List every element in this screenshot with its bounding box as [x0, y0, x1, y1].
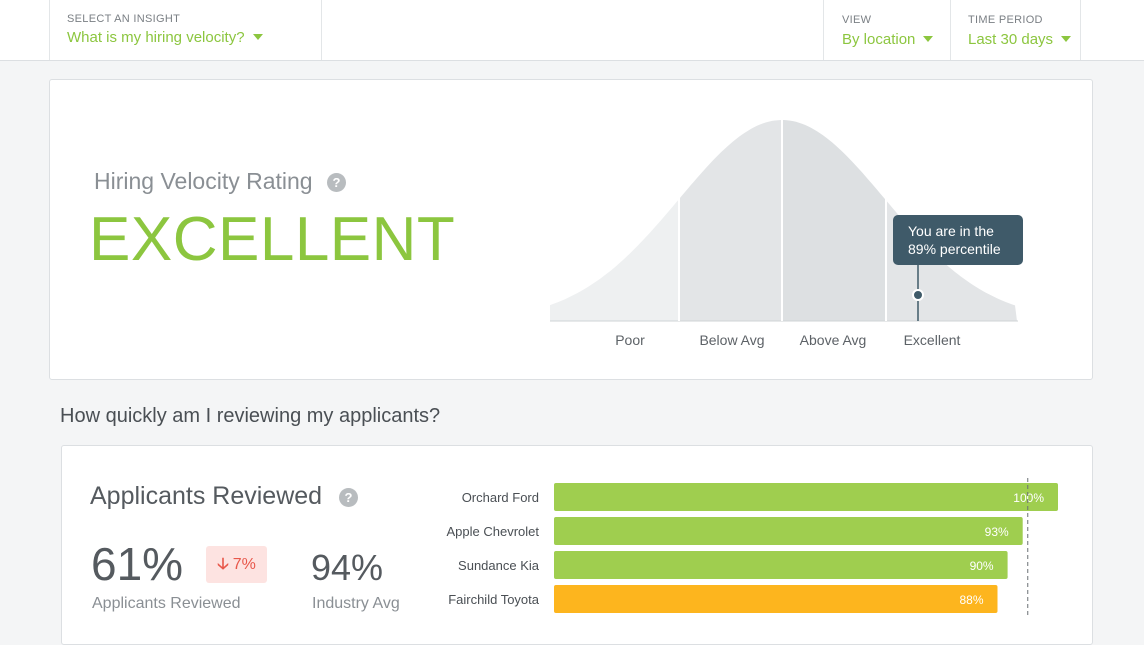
applicants-value-label: Applicants Reviewed: [92, 595, 241, 612]
view-selector-text: By location: [842, 31, 916, 48]
view-selector-label: VIEW: [842, 14, 872, 26]
applicants-value: 61%: [91, 538, 184, 590]
industry-value: 94%: [311, 547, 384, 588]
applicants-card: [61, 445, 1093, 645]
percentile-tooltip: You are in the 89% percentile: [893, 215, 1023, 265]
chevron-down-icon: [1061, 36, 1072, 43]
chevron-down-icon: [923, 36, 934, 43]
help-icon[interactable]: ?: [339, 487, 359, 507]
top-bar: SELECT AN INSIGHT What is my hiring velo…: [0, 0, 1144, 61]
insight-selector-text: What is my hiring velocity?: [67, 29, 245, 46]
insight-selector-value[interactable]: What is my hiring velocity?: [67, 29, 263, 46]
help-icon[interactable]: ?: [327, 173, 346, 193]
tooltip-line-1: You are in the: [908, 223, 994, 239]
rating-title: Hiring Velocity Rating ?: [94, 168, 346, 195]
tooltip-line-2: 89% percentile: [908, 241, 1001, 257]
period-selector-label: TIME PERIOD: [968, 14, 1043, 26]
rating-title-text: Hiring Velocity Rating: [94, 168, 313, 194]
industry-label: Industry Avg: [312, 595, 400, 612]
change-badge: 🡣 7%: [206, 546, 267, 583]
applicants-title: Applicants Reviewed ?: [90, 482, 359, 511]
insight-selector-label: SELECT AN INSIGHT: [67, 13, 181, 25]
view-selector[interactable]: VIEW By location: [823, 0, 950, 60]
period-selector-text: Last 30 days: [968, 31, 1054, 48]
arrow-down-icon: 🡣: [217, 556, 229, 573]
chevron-down-icon: [252, 34, 263, 41]
rating-value: EXCELLENT: [89, 205, 456, 274]
section-title: How quickly am I reviewing my applicants…: [60, 405, 441, 427]
insight-selector[interactable]: SELECT AN INSIGHT What is my hiring velo…: [49, 0, 322, 60]
period-selector-value[interactable]: Last 30 days: [968, 31, 1072, 48]
applicants-title-text: Applicants Reviewed: [90, 482, 323, 510]
period-selector[interactable]: TIME PERIOD Last 30 days: [950, 0, 1081, 60]
view-selector-value[interactable]: By location: [842, 31, 934, 48]
change-value: 7%: [232, 556, 256, 573]
